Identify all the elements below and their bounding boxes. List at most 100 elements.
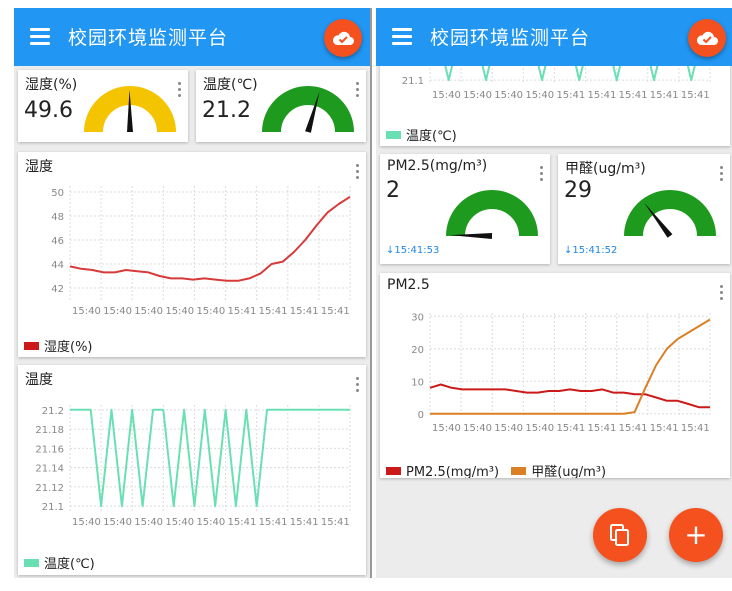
legend-swatch (386, 131, 401, 139)
y-tick-label: 10 (411, 377, 424, 388)
x-tick-label: 15:41 (228, 517, 257, 528)
gauge-arc (446, 190, 538, 237)
y-tick-label: 21.18 (35, 425, 64, 436)
y-tick-label: 21.1 (42, 502, 64, 513)
pm25-card-value: 2 (386, 178, 400, 203)
temperature-card[interactable]: 温度(℃) 21.2 (196, 70, 366, 142)
x-tick-label: 15:41 (619, 90, 648, 101)
y-tick-label: 21.14 (35, 464, 64, 475)
y-tick-label: 46 (51, 236, 64, 247)
left-phone-screen: 校园环境监测平台 湿度(%) 49.6 温度(℃) 21.2 湿度 42 44 46… (14, 8, 372, 578)
x-tick-label: 15:40 (165, 517, 194, 528)
x-tick-label: 15:41 (259, 517, 288, 528)
humidity-card-title: 湿度(%) (25, 77, 78, 93)
y-tick-label: 21.1 (402, 76, 424, 87)
formaldehyde-card[interactable]: 甲醛(ug/m³) 29 ↓15:41:52 (558, 154, 730, 264)
pm25-gauge (446, 190, 538, 239)
x-tick-label: 15:40 (103, 306, 132, 317)
x-tick-label: 15:40 (432, 90, 461, 101)
temperature-card-value: 21.2 (202, 98, 251, 123)
temperature-gauge (262, 86, 354, 133)
x-tick-label: 15:41 (588, 90, 617, 101)
formaldehyde-update-time: ↓15:41:52 (564, 245, 618, 256)
x-tick-label: 15:40 (134, 517, 163, 528)
app-bar: 校园环境监测平台 (14, 8, 370, 66)
x-tick-label: 15:40 (196, 306, 225, 317)
temperature-legend: 温度(℃) (386, 125, 457, 144)
x-tick-label: 15:40 (494, 423, 523, 434)
series-line (70, 408, 350, 508)
y-tick-label: 0 (418, 410, 424, 421)
series-line (429, 383, 710, 409)
x-tick-label: 15:40 (525, 423, 554, 434)
y-tick-label: 50 (51, 188, 64, 199)
temperature-chart-card[interactable]: 温度 21.1 21.12 21.14 21.16 21.18 21.2 15:40 15:4… (18, 365, 366, 575)
y-tick-label: 42 (51, 284, 64, 295)
pm25-chart-legend: PM2.5(mg/m³) 甲醛(ug/m³) (386, 461, 614, 478)
legend-label: 温度(℃) (44, 557, 95, 572)
formaldehyde-gauge (624, 190, 716, 238)
x-tick-label: 15:41 (650, 90, 679, 101)
humidity-legend: 湿度(%) (24, 336, 93, 355)
x-tick-label: 15:41 (556, 423, 585, 434)
pm25-chart-card[interactable]: PM2.5 0 10 20 30 15:40 15:40 15:40 15:40 15:41 15… (380, 273, 730, 478)
more-vert-icon[interactable] (720, 166, 724, 182)
formaldehyde-card-value: 29 (564, 178, 592, 203)
x-tick-label: 15:40 (72, 517, 101, 528)
series-line (430, 318, 711, 415)
app-title: 校园环境监测平台 (68, 27, 229, 49)
gauge-arc (624, 190, 716, 237)
cloud-check-icon[interactable] (324, 19, 362, 57)
humidity-gauge (84, 86, 176, 133)
x-tick-label: 15:40 (134, 306, 163, 317)
x-tick-label: 15:41 (588, 423, 617, 434)
x-tick-label: 15:41 (290, 306, 319, 317)
x-tick-label: 15:40 (165, 306, 194, 317)
legend-label-formaldehyde: 甲醛(ug/m³) (531, 465, 607, 478)
humidity-card[interactable]: 湿度(%) 49.6 (18, 70, 188, 142)
y-tick-label: 44 (51, 260, 64, 271)
legend-label-pm25: PM2.5(mg/m³) (406, 465, 500, 478)
x-tick-label: 15:41 (290, 517, 319, 528)
right-phone-screen: 校园环境监测平台 21.1 15:40 15:40 15:40 15:40 15:41 15… (376, 8, 732, 578)
copy-fab-button[interactable] (593, 508, 647, 562)
x-tick-label: 15:40 (103, 517, 132, 528)
x-tick-label: 15:41 (650, 423, 679, 434)
humidity-line-chart: 424446485015:40 15:40 15:40 15:40 15:40 15:41… (51, 186, 351, 317)
legend-label: 湿度(%) (44, 340, 93, 355)
x-tick-label: 15:41 (556, 90, 585, 101)
legend-swatch (24, 342, 39, 350)
x-tick-label: 15:40 (196, 517, 225, 528)
add-fab-button[interactable]: + (669, 508, 723, 562)
pm25-update-time: ↓15:41:53 (386, 245, 440, 256)
x-tick-label: 15:40 (72, 306, 101, 317)
x-tick-label: 15:40 (432, 423, 461, 434)
x-tick-label: 15:40 (494, 90, 523, 101)
y-tick-label: 21.2 (42, 406, 64, 417)
legend-swatch (511, 467, 527, 475)
x-tick-label: 15:41 (259, 306, 288, 317)
humidity-chart-card[interactable]: 湿度 42 44 46 48 50 15:40 15:40 15:40 15:40 15:40 15… (18, 152, 366, 357)
x-tick-label: 15:41 (681, 423, 710, 434)
pm25-line-chart: 010203015:40 15:40 15:40 15:40 15:41 15:41 15:… (411, 312, 711, 434)
app-title: 校园环境监测平台 (430, 27, 591, 49)
x-tick-label: 15:40 (463, 90, 492, 101)
more-vert-icon[interactable] (540, 166, 544, 182)
x-tick-label: 15:41 (321, 517, 350, 528)
temperature-line-chart: 21.121.1221.1421.1621.1821.215:40 15:40 15… (35, 405, 351, 528)
legend-swatch (24, 559, 39, 567)
pm25-card[interactable]: PM2.5(mg/m³) 2 ↓15:41:53 (380, 154, 550, 264)
temperature-card-title: 温度(℃) (203, 77, 258, 93)
cloud-check-icon[interactable] (688, 19, 726, 57)
humidity-card-value: 49.6 (24, 98, 73, 123)
y-tick-label: 21.16 (35, 444, 64, 455)
x-tick-label: 15:41 (681, 90, 710, 101)
menu-icon[interactable] (30, 28, 50, 45)
y-tick-label: 20 (411, 345, 424, 356)
pm25-card-title: PM2.5(mg/m³) (387, 158, 488, 174)
series-line (69, 195, 351, 282)
plus-icon: + (684, 518, 708, 551)
x-tick-label: 15:40 (463, 423, 492, 434)
app-bar: 校园环境监测平台 (376, 8, 732, 66)
menu-icon[interactable] (392, 28, 412, 45)
